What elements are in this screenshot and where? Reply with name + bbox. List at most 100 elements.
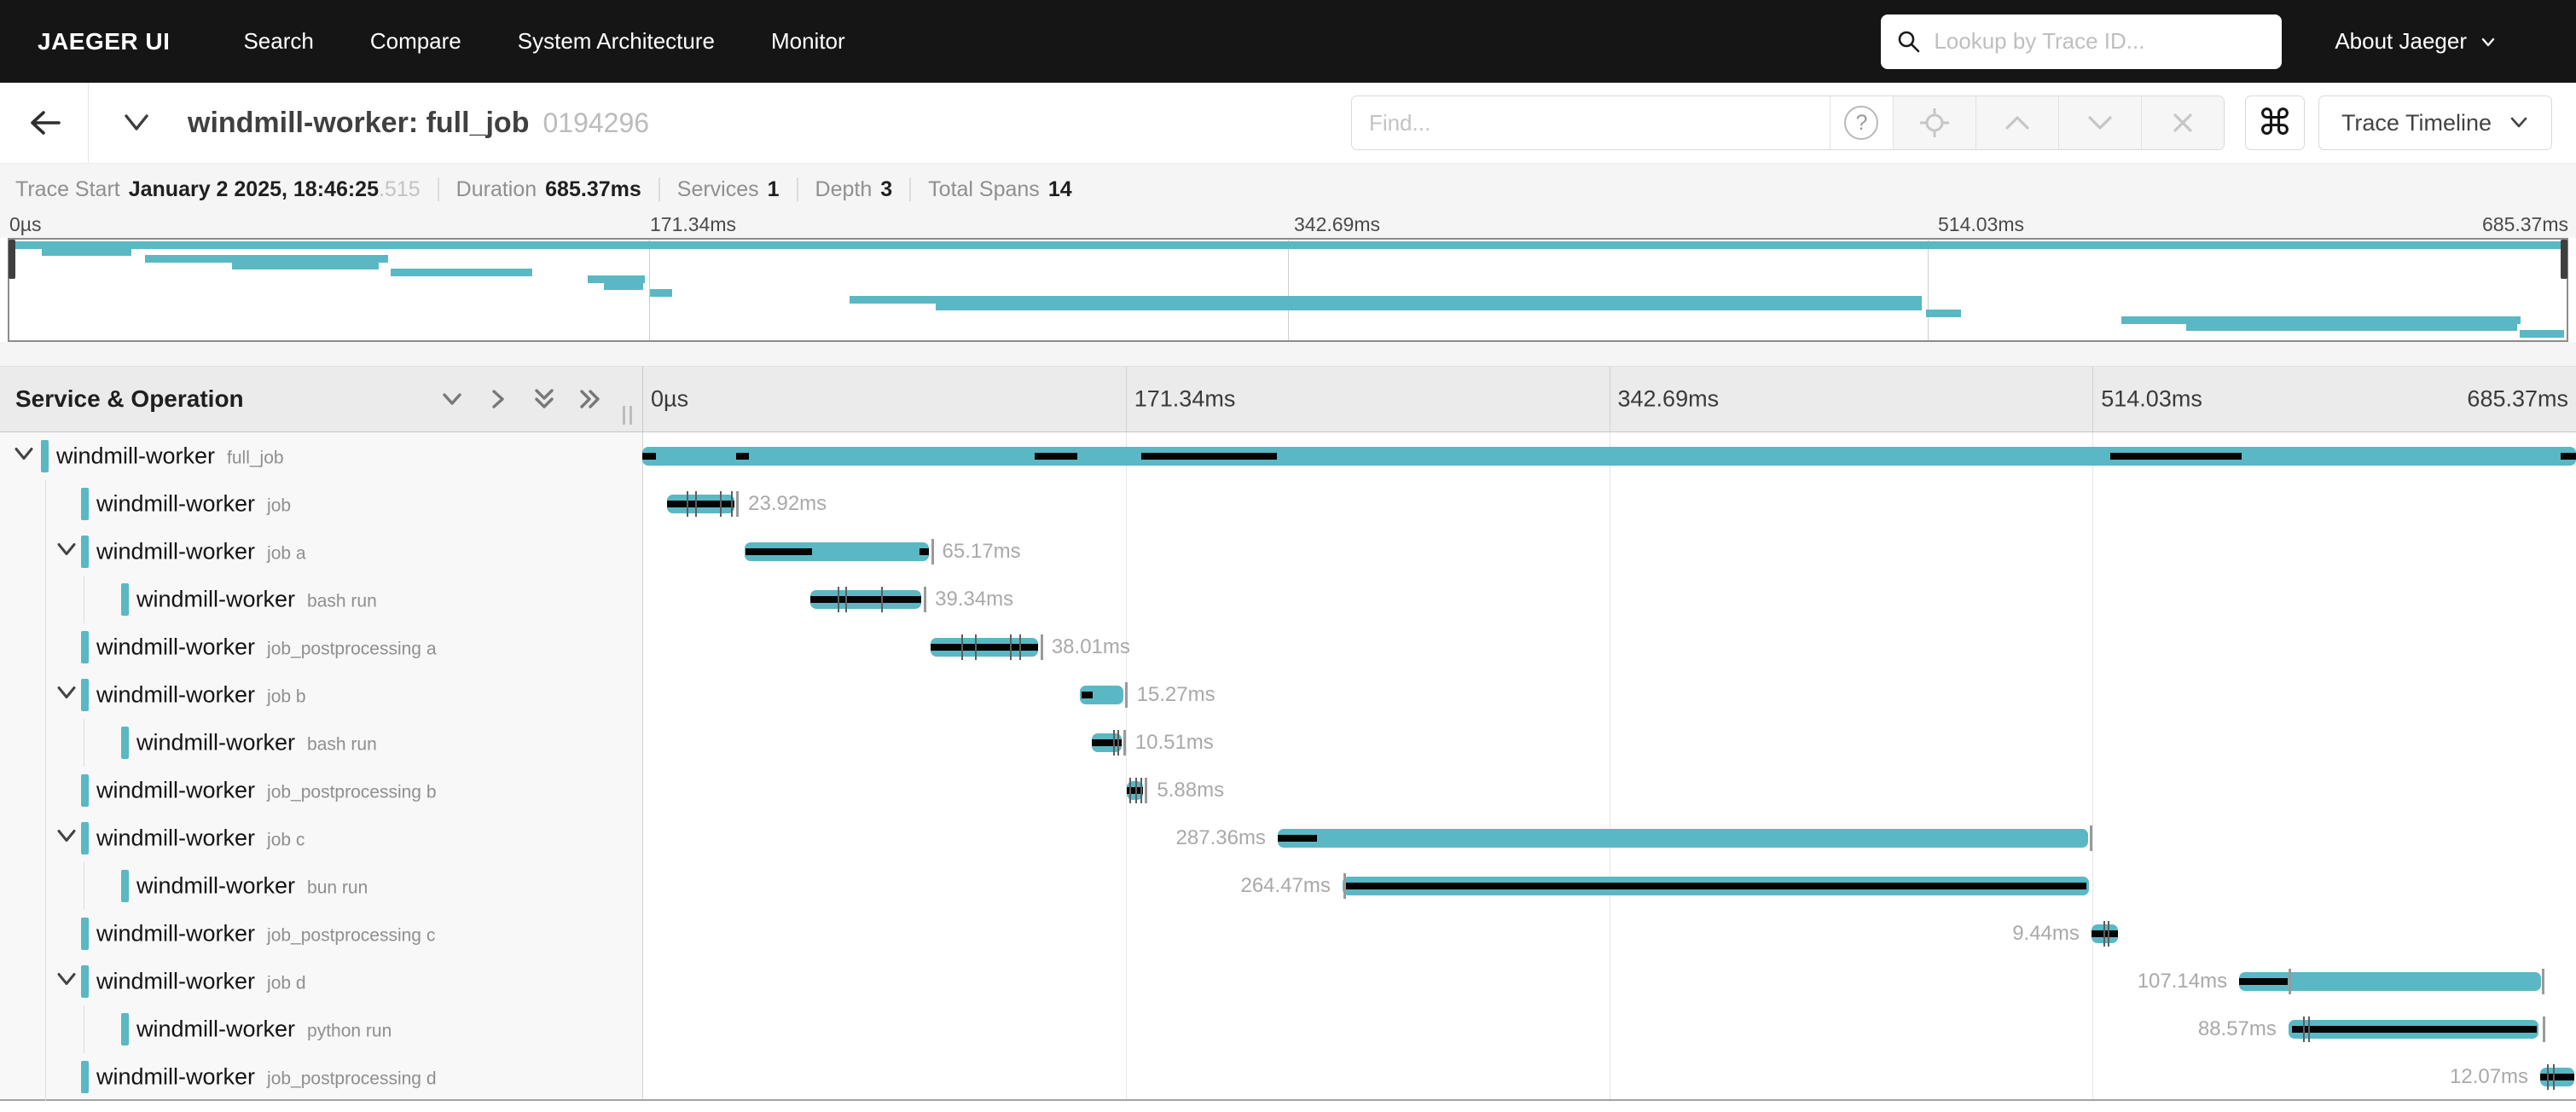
collapse-one-icon[interactable] [437, 384, 467, 414]
span-row[interactable]: windmill-workerbash run39.34ms [0, 576, 2576, 623]
collapse-chevron-icon[interactable] [54, 825, 79, 852]
trace-id-input[interactable] [1934, 28, 2266, 55]
span-name-cell[interactable]: windmill-workerbash run [0, 576, 642, 623]
operation-name: job c [267, 831, 305, 850]
span-name-cell[interactable]: windmill-workerjob_postprocessing d [0, 1053, 642, 1101]
service-name: windmill-workerfull_job [56, 443, 284, 470]
expand-one-icon[interactable] [483, 384, 513, 414]
collapse-all-icon[interactable] [529, 384, 560, 414]
span-row[interactable]: windmill-workerjob 23.92ms [0, 480, 2576, 528]
span-name-cell[interactable]: windmill-workerfull_job [0, 432, 642, 480]
span-row[interactable]: windmill-workerjob b15.27ms [0, 671, 2576, 719]
prev-match-button[interactable] [1976, 96, 2058, 149]
span-name-cell[interactable]: windmill-workerjob_postprocessing c [0, 910, 642, 958]
span-row[interactable]: windmill-workerjob d 107.14ms [0, 958, 2576, 1005]
span-row[interactable]: windmill-workerbash run 10.51ms [0, 719, 2576, 767]
span-timeline-cell[interactable]: 107.14ms [642, 958, 2576, 1005]
collapse-chevron-icon[interactable] [54, 682, 79, 709]
span-timeline-cell[interactable]: 15.27ms [642, 671, 2576, 719]
span-timeline-cell[interactable]: 88.57ms [642, 1005, 2576, 1053]
next-match-button[interactable] [2058, 96, 2141, 149]
span-log-tick [2547, 1064, 2549, 1090]
span-name-cell[interactable]: windmill-workerbun run [0, 862, 642, 910]
collapse-chevron-icon[interactable] [54, 969, 79, 995]
service-color-bar [121, 1013, 129, 1045]
nav-item-search[interactable]: Search [243, 28, 313, 55]
keyboard-shortcuts-button[interactable]: ⌘ [2245, 96, 2305, 150]
critical-path-segment [1278, 835, 1317, 842]
span-timeline-cell[interactable]: 10.51ms [642, 719, 2576, 767]
span-timeline-cell[interactable] [642, 432, 2576, 480]
axis-tick-label: 514.03ms [2101, 386, 2202, 413]
service-name: windmill-workerbash run [136, 730, 377, 756]
span-timeline-cell[interactable]: 287.36ms [642, 814, 2576, 862]
span-row[interactable]: windmill-workerbun run264.47ms [0, 862, 2576, 910]
span-edge-tick [736, 491, 739, 517]
nav-item-system-architecture[interactable]: System Architecture [518, 28, 715, 55]
span-name-cell[interactable]: windmill-workerjob_postprocessing b [0, 767, 642, 814]
span-timeline-cell[interactable]: 5.88ms [642, 767, 2576, 814]
expand-all-icon[interactable] [575, 384, 606, 414]
span-duration-label: 107.14ms [2138, 970, 2227, 993]
span-row[interactable]: windmill-workerjob_postprocessing c9.44m… [0, 910, 2576, 958]
span-timeline-cell[interactable]: 9.44ms [642, 910, 2576, 958]
nav-item-compare[interactable]: Compare [370, 28, 461, 55]
span-name-cell[interactable]: windmill-workerjob a [0, 528, 642, 576]
span-row[interactable]: windmill-workerfull_job [0, 432, 2576, 480]
span-duration-label: 10.51ms [1135, 731, 1214, 755]
span-row[interactable]: windmill-workerjob_postprocessing d12.07… [0, 1053, 2576, 1101]
span-row[interactable]: windmill-workerjob c287.36ms [0, 814, 2576, 862]
minimap-span-bar [604, 282, 643, 290]
critical-path-segment [810, 596, 921, 603]
span-name-cell[interactable]: windmill-workerbash run [0, 719, 642, 767]
app-brand[interactable]: JAEGER UI [38, 28, 170, 55]
span-duration-label: 23.92ms [748, 492, 827, 516]
span-row[interactable]: windmill-workerjob_postprocessing b 5.88m… [0, 767, 2576, 814]
span-timeline-cell[interactable]: 12.07ms [642, 1053, 2576, 1101]
focus-match-button[interactable] [1893, 96, 1976, 149]
nav-item-monitor[interactable]: Monitor [771, 28, 845, 55]
span-name-cell[interactable]: windmill-workerjob c [0, 814, 642, 862]
span-bar[interactable] [1278, 829, 2089, 848]
minimap-span-bar [232, 262, 379, 269]
operation-name: bash run [307, 735, 377, 755]
indent-guide [45, 623, 46, 671]
indent-guide [45, 958, 46, 1005]
duration-value: 685.37ms [545, 177, 641, 202]
span-row[interactable]: windmill-workerjob a65.17ms [0, 528, 2576, 576]
depth-label: Depth [815, 177, 873, 202]
span-timeline-cell[interactable]: 65.17ms [642, 528, 2576, 576]
collapse-chevron-icon[interactable] [54, 539, 79, 565]
minimap-scrubber-handle-right[interactable] [2561, 240, 2567, 279]
minimap[interactable] [8, 238, 2568, 342]
span-name-cell[interactable]: windmill-workerjob d [0, 958, 642, 1005]
collapse-trace-chevron[interactable] [119, 109, 154, 136]
operation-name: job b [267, 687, 306, 707]
span-name-cell[interactable]: windmill-workerjob [0, 480, 642, 528]
clear-find-button[interactable] [2141, 96, 2224, 149]
about-jaeger-menu[interactable]: About Jaeger [2335, 28, 2498, 55]
trace-view-label: Trace Timeline [2341, 110, 2492, 136]
find-input[interactable] [1352, 96, 1830, 149]
minimap-scrubber-handle-left[interactable] [9, 240, 15, 279]
back-button[interactable] [0, 83, 89, 163]
span-name-cell[interactable]: windmill-workerjob b [0, 671, 642, 719]
find-help-button[interactable]: ? [1830, 96, 1893, 149]
span-timeline-cell[interactable]: 23.92ms [642, 480, 2576, 528]
span-row[interactable]: windmill-workerpython run88.57ms [0, 1005, 2576, 1053]
span-bar[interactable] [642, 447, 2576, 466]
span-name-cell[interactable]: windmill-workerjob_postprocessing a [0, 623, 642, 671]
column-resize-handle[interactable] [623, 406, 632, 425]
indent-guide [45, 862, 46, 910]
span-duration-label: 5.88ms [1157, 779, 1224, 802]
collapse-chevron-icon[interactable] [11, 443, 37, 470]
services-value: 1 [768, 177, 780, 202]
span-timeline-cell[interactable]: 264.47ms [642, 862, 2576, 910]
span-timeline-cell[interactable]: 38.01ms [642, 623, 2576, 671]
span-row[interactable]: windmill-workerjob_postprocessing a38.01… [0, 623, 2576, 671]
trace-view-select[interactable]: Trace Timeline [2318, 96, 2552, 150]
indent-guide [45, 910, 46, 958]
span-name-cell[interactable]: windmill-workerpython run [0, 1005, 642, 1053]
minimap-time-axis: 0µs 171.34ms 342.69ms 514.03ms 685.37ms [0, 215, 2576, 238]
span-timeline-cell[interactable]: 39.34ms [642, 576, 2576, 623]
